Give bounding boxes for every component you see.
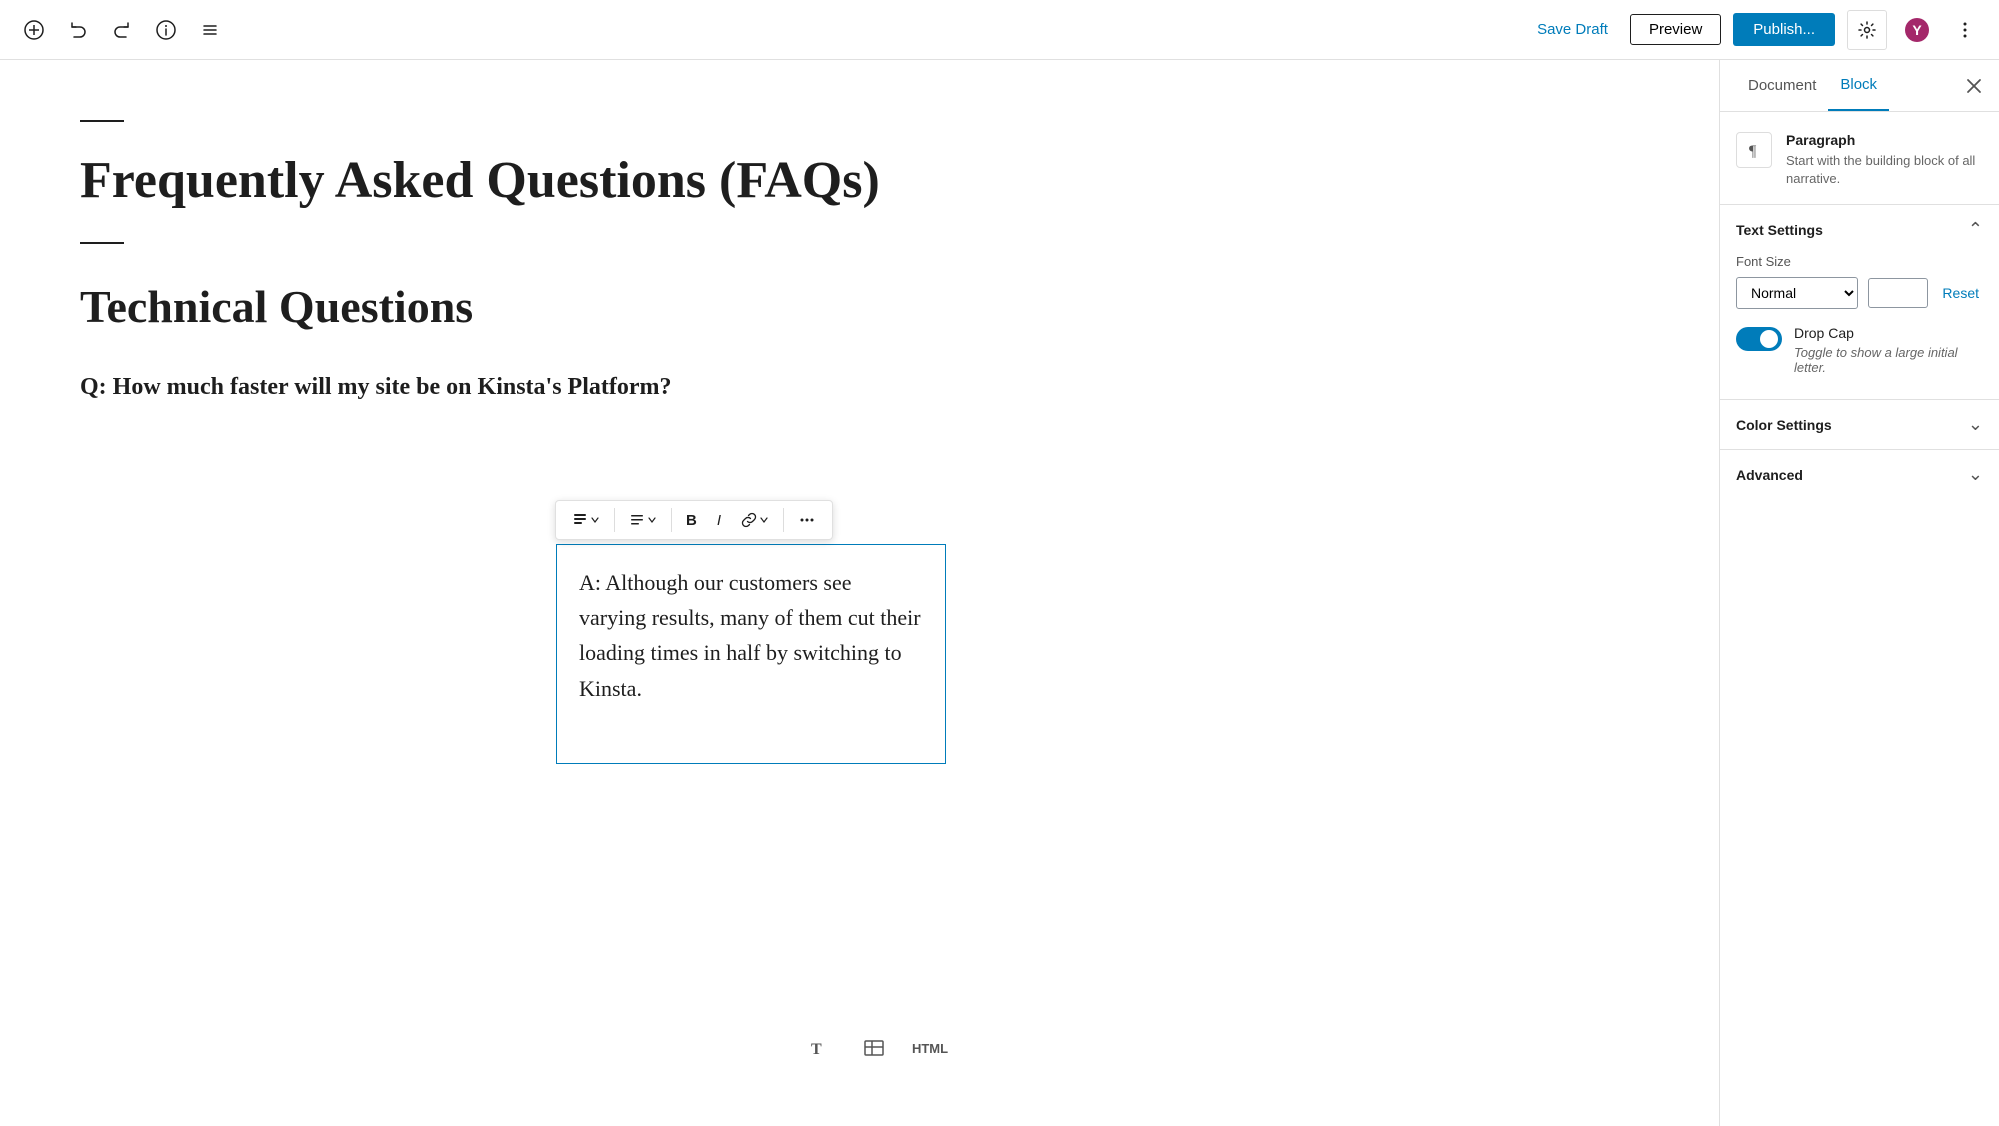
html-block-type-button[interactable]: HTML [912, 1030, 948, 1066]
block-name: Paragraph [1786, 132, 1983, 148]
toolbar-divider-2 [671, 508, 672, 532]
italic-button[interactable]: I [709, 506, 729, 535]
add-block-button[interactable] [16, 12, 52, 48]
page-title: Frequently Asked Questions (FAQs) [80, 150, 1639, 212]
font-size-reset-button[interactable]: Reset [1938, 281, 1983, 305]
block-info: ¶ Paragraph Start with the building bloc… [1720, 112, 1999, 205]
font-size-row: Normal Small Large Larger Reset [1736, 277, 1983, 309]
drop-cap-description: Toggle to show a large initial letter. [1794, 345, 1983, 375]
tab-document[interactable]: Document [1736, 61, 1828, 110]
main-layout: Frequently Asked Questions (FAQs) Techni… [0, 60, 1999, 1126]
text-settings-header[interactable]: Text Settings ⌃ [1720, 205, 1999, 254]
question-text: Q: How much faster will my site be on Ki… [80, 369, 1639, 405]
selected-paragraph-block[interactable]: A: Although our customers see varying re… [556, 544, 946, 764]
save-draft-button[interactable]: Save Draft [1527, 15, 1618, 44]
link-button[interactable] [733, 506, 777, 534]
drop-cap-label: Drop Cap [1794, 325, 1983, 341]
tab-block[interactable]: Block [1828, 60, 1889, 111]
color-settings-chevron: ⌄ [1968, 414, 1983, 435]
text-settings-chevron: ⌃ [1968, 219, 1983, 240]
publish-button[interactable]: Publish... [1733, 13, 1835, 46]
undo-button[interactable] [60, 12, 96, 48]
block-type-bar: T HTML [800, 1030, 948, 1066]
right-sidebar: Document Block ¶ Paragraph Start with th… [1719, 60, 1999, 1126]
text-block-type-button[interactable]: T [800, 1030, 836, 1066]
preview-button[interactable]: Preview [1630, 14, 1721, 45]
separator-top [80, 120, 124, 122]
close-sidebar-button[interactable] [1965, 77, 1983, 95]
bold-button[interactable]: B [678, 506, 705, 535]
toolbar-divider-1 [614, 508, 615, 532]
redo-button[interactable] [104, 12, 140, 48]
section-heading: Technical Questions [80, 280, 1639, 333]
separator-bottom [80, 242, 124, 244]
svg-text:T: T [811, 1041, 822, 1058]
drop-cap-toggle[interactable] [1736, 327, 1782, 351]
block-toolbar: B I [555, 500, 833, 540]
advanced-chevron: ⌄ [1968, 464, 1983, 485]
text-settings-label: Text Settings [1736, 222, 1823, 238]
text-settings-content: Font Size Normal Small Large Larger Rese… [1720, 254, 1999, 399]
font-size-input[interactable] [1868, 278, 1928, 308]
info-button[interactable] [148, 12, 184, 48]
yoast-button[interactable]: Y [1899, 12, 1935, 48]
editor-area[interactable]: Frequently Asked Questions (FAQs) Techni… [0, 60, 1719, 1126]
svg-text:¶: ¶ [1749, 143, 1757, 160]
sidebar-tabs: Document Block [1720, 60, 1999, 112]
toolbar-left [16, 12, 228, 48]
table-block-type-button[interactable] [856, 1030, 892, 1066]
drop-cap-row: Drop Cap Toggle to show a large initial … [1736, 325, 1983, 375]
align-button[interactable] [621, 506, 665, 534]
block-info-text: Paragraph Start with the building block … [1786, 132, 1983, 188]
drop-cap-info: Drop Cap Toggle to show a large initial … [1794, 325, 1983, 375]
more-rich-text-button[interactable] [790, 505, 824, 535]
paragraph-icon: ¶ [1736, 132, 1772, 168]
top-toolbar: Save Draft Preview Publish... Y [0, 0, 1999, 60]
list-view-button[interactable] [192, 12, 228, 48]
color-settings-section[interactable]: Color Settings ⌄ [1720, 400, 1999, 450]
toolbar-right: Save Draft Preview Publish... Y [1527, 10, 1983, 50]
advanced-section[interactable]: Advanced ⌄ [1720, 450, 1999, 499]
more-options-button[interactable] [1947, 12, 1983, 48]
block-description: Start with the building block of all nar… [1786, 152, 1983, 188]
font-size-label: Font Size [1736, 254, 1983, 269]
settings-button[interactable] [1847, 10, 1887, 50]
toggle-track [1736, 327, 1782, 351]
advanced-label: Advanced [1736, 467, 1803, 483]
toolbar-divider-3 [783, 508, 784, 532]
text-settings-section: Text Settings ⌃ Font Size Normal Small L… [1720, 205, 1999, 400]
paragraph-type-button[interactable] [564, 506, 608, 534]
color-settings-label: Color Settings [1736, 417, 1832, 433]
toggle-thumb [1760, 330, 1778, 348]
font-size-select[interactable]: Normal Small Large Larger [1736, 277, 1858, 309]
svg-text:Y: Y [1912, 22, 1922, 38]
